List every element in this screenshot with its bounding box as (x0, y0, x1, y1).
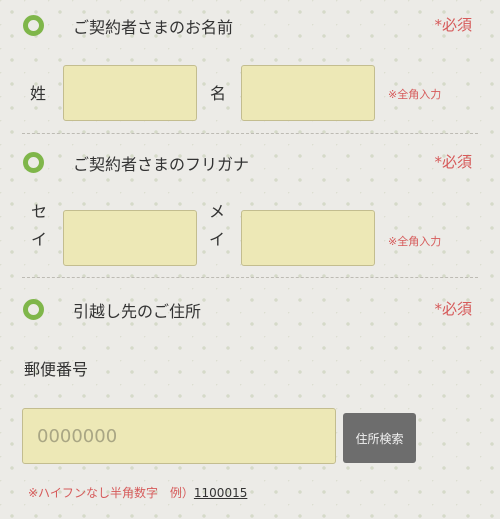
fullwidth-note: ※全角入力 (388, 235, 442, 248)
circle-bullet-icon (23, 152, 44, 173)
address-section-header: 引越し先のご住所 *必須 (0, 292, 500, 332)
first-name-kana-input[interactable] (241, 210, 375, 266)
name-section-header: ご契約者さまのお名前 *必須 (0, 8, 500, 48)
required-badge: *必須 (434, 300, 472, 318)
postal-code-input[interactable] (22, 408, 336, 464)
required-badge: *必須 (434, 16, 472, 34)
furigana-section-header: ご契約者さまのフリガナ *必須 (0, 145, 500, 185)
first-name-label: 名 (210, 84, 227, 103)
address-section: 引越し先のご住所 *必須 郵便番号 住所検索 (0, 292, 500, 512)
furigana-section-title: ご契約者さまのフリガナ (73, 155, 250, 174)
first-name-input[interactable] (241, 65, 375, 121)
section-divider (22, 133, 478, 134)
sei-label: セ イ (30, 202, 47, 249)
mei-label: メ イ (208, 202, 225, 249)
last-name-input[interactable] (63, 65, 197, 121)
last-name-label: 姓 (30, 84, 47, 103)
postal-hint-text: ※ハイフンなし半角数字 (28, 486, 159, 500)
section-divider (22, 277, 478, 278)
postal-code-label: 郵便番号 (24, 360, 89, 379)
circle-bullet-icon (23, 299, 44, 320)
last-name-kana-input[interactable] (63, 210, 197, 266)
furigana-section: ご契約者さまのフリガナ *必須 セ イ メ イ ※全角入力 (0, 145, 500, 275)
postal-hint: ※ハイフンなし半角数字 例）1100015 (28, 484, 247, 501)
fullwidth-note: ※全角入力 (388, 88, 442, 101)
circle-bullet-icon (23, 15, 44, 36)
name-section: ご契約者さまのお名前 *必須 姓 名 ※全角入力 (0, 8, 500, 133)
postal-hint-example-label: 例） (169, 486, 194, 500)
name-section-title: ご契約者さまのお名前 (73, 18, 234, 37)
address-search-button[interactable]: 住所検索 (343, 413, 416, 463)
postal-hint-example-value: 1100015 (193, 486, 248, 500)
required-badge: *必須 (434, 153, 472, 171)
address-section-title: 引越し先のご住所 (73, 302, 202, 321)
